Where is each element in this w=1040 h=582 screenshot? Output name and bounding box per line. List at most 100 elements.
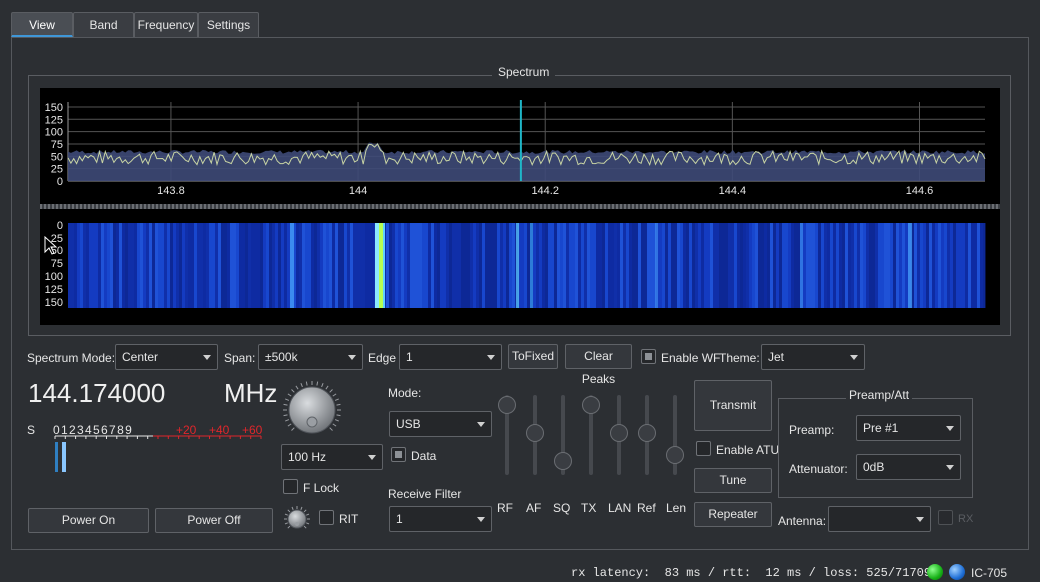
waterfall-column [590,223,593,308]
waterfall-column [818,223,821,308]
knob-tick [287,423,292,427]
tuning-step-select[interactable]: 100 Hz [281,444,383,470]
waterfall-column [410,223,413,308]
waterfall-column [767,223,770,308]
chevron-down-icon [946,426,954,431]
waterfall-column [242,223,245,308]
waterfall-column [737,223,740,308]
waterfall-column [932,223,935,308]
tune-button[interactable]: Tune [694,468,772,493]
waterfall-column [314,223,317,308]
slider-handle-af[interactable] [526,423,544,442]
enable-atu-checkbox[interactable] [696,441,711,456]
waterfall-column [188,223,191,308]
spectrum-peak-area [68,142,985,181]
waterfall-column [584,223,587,308]
waterfall-column [101,223,104,308]
preamp-select[interactable]: Pre #1 [856,415,961,441]
spectrum-plot[interactable]: 143.8 144 144.2 144.4 144.6 0 25 50 75 100 125 150 [40,88,1000,204]
tuning-knob[interactable] [281,379,343,441]
waterfall-column [899,223,902,308]
waterfall-column [491,223,494,308]
waterfall-column [350,223,353,308]
waterfall-column [644,223,647,308]
power-on-button[interactable]: Power On [28,508,149,533]
chevron-down-icon [850,355,858,360]
rit-knob[interactable] [283,505,311,533]
clear-peaks-button[interactable]: Clear Peaks [565,344,632,386]
attenuator-select[interactable]: 0dB [856,454,961,480]
knob-tick [291,427,295,431]
waterfall-column [341,223,344,308]
waterfall-column [635,223,638,308]
waterfall-column [668,223,671,308]
antenna-select[interactable] [828,506,931,532]
f-lock-checkbox[interactable] [283,479,298,494]
waterfall-column [140,223,143,308]
slider-handle-rf[interactable] [498,396,516,414]
spectrum-mode-select[interactable]: Center [115,344,218,370]
waterfall-column [674,223,677,308]
rx-antenna-checkbox[interactable] [938,510,953,525]
waterfall-column [395,223,398,308]
waterfall-column [539,223,542,308]
waterfall-column [707,223,710,308]
knob-tick [300,383,303,388]
theme-select[interactable]: Jet [761,344,865,370]
waterfall-column [524,223,527,308]
power-off-button[interactable]: Power Off [155,508,273,533]
edge-select[interactable]: 1 [399,344,502,370]
knob-tick [334,398,339,401]
data-checkbox[interactable] [391,447,406,462]
chevron-down-icon [916,517,924,522]
waterfall-column [971,223,974,308]
knob-tick [316,381,319,386]
slider-handle-tx[interactable] [582,396,600,414]
waterfall-plot[interactable]: 0 25 50 75 100 125 150 [40,209,1000,325]
spectrum-mode-value: Center [122,350,159,364]
enable-wf-checkbox[interactable] [641,349,656,364]
waterfall-column [740,223,743,308]
tab-frequency[interactable]: Frequency [134,12,198,37]
waterfall-column [173,223,176,308]
waterfall-column [497,223,500,308]
waterfall-column [362,223,365,308]
waterfall-column [566,223,569,308]
slider-handle-len[interactable] [666,445,684,464]
repeater-button[interactable]: Repeater [694,502,772,527]
slider-handle-sq[interactable] [554,451,572,470]
waterfall-column [500,223,503,308]
waterfall-column [731,223,734,308]
rx-antenna-label: RX [958,513,974,525]
waterfall-column [686,223,689,308]
waterfall-column [398,223,401,308]
waterfall-column [440,223,443,308]
enable-wf-label: Enable WF [661,351,721,365]
slider-handle-ref[interactable] [638,423,656,442]
tab-view[interactable]: View [11,12,73,37]
transmit-button[interactable]: Transmit [694,380,772,431]
waterfall-column [638,223,641,308]
waterfall-column [938,223,941,308]
mode-select[interactable]: USB [389,411,492,437]
x-tick-label: 144.4 [719,185,747,197]
rit-checkbox[interactable] [319,510,334,525]
tab-band[interactable]: Band [73,12,134,37]
span-select[interactable]: ±500k [258,344,363,370]
tofixed-button[interactable]: ToFixed [508,344,558,369]
waterfall-column [845,223,848,308]
receive-filter-value: 1 [396,512,403,526]
waterfall-column [611,223,614,308]
slider-handle-lan[interactable] [610,423,628,442]
receive-filter-select[interactable]: 1 [389,506,492,532]
knob-tick [325,385,329,390]
waterfall-column [842,223,845,308]
frequency-readout[interactable]: 144.174000 [28,378,165,409]
tab-settings[interactable]: Settings [198,12,259,37]
chevron-down-icon [203,355,211,360]
waterfall-column [254,223,257,308]
waterfall-column [104,223,107,308]
waterfall-column [548,223,551,308]
waterfall-column [560,223,563,308]
waterfall-column [506,223,509,308]
